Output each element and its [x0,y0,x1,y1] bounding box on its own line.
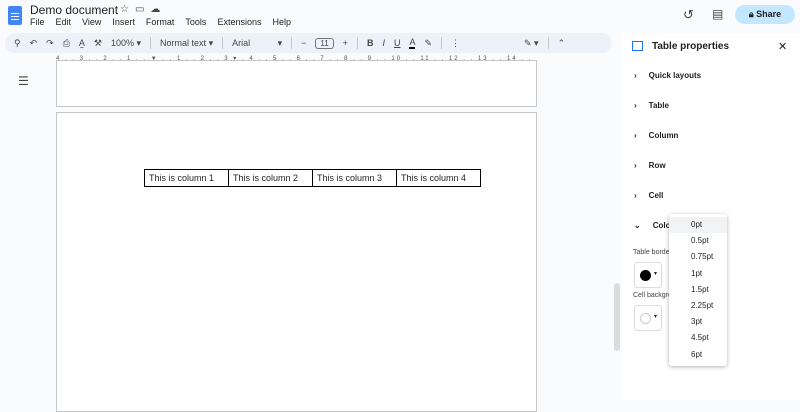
page-2[interactable]: This is column 1 This is column 2 This i… [56,112,537,412]
background-color-button[interactable]: ▾ [634,305,662,331]
folder-icon: ▭ [134,4,151,15]
option-0.5pt[interactable]: 0.5pt [669,233,727,249]
menu-extensions[interactable]: Extensions [217,17,261,27]
table-cell[interactable]: This is column 3 [312,169,397,187]
italic-icon[interactable]: I [382,38,385,48]
table-cell[interactable]: This is column 4 [396,169,481,187]
cloud-icon: ☁ [150,4,167,15]
border-color-button[interactable]: ▾ [634,262,662,288]
section-table[interactable]: › Table [634,101,669,110]
section-column[interactable]: › Column [634,131,678,140]
document-table[interactable]: This is column 1 This is column 2 This i… [144,169,481,187]
docs-logo[interactable] [8,6,22,25]
toolbar: ⚲ ↶ ↷ ⎙ A̰ ⚒ 100% ▾ Normal text ▾ Arial … [5,33,612,53]
menu-insert[interactable]: Insert [112,17,135,27]
collapse-icon[interactable]: ⌃ [558,38,566,49]
table-cell[interactable]: This is column 2 [228,169,313,187]
section-color[interactable]: ⌄ Color [634,221,674,230]
underline-icon[interactable]: U [394,38,401,48]
option-1pt[interactable]: 1pt [669,266,727,282]
spellcheck-icon[interactable]: A̰ [79,38,85,48]
chevron-right-icon: › [634,71,637,80]
increase-font-size[interactable]: + [343,38,348,48]
section-quick-layouts[interactable]: › Quick layouts [634,71,701,80]
scrollbar[interactable] [614,283,620,351]
share-button[interactable]: 🔒︎ Share [735,5,795,24]
option-2.25pt[interactable]: 2.25pt [669,298,727,314]
close-icon[interactable]: ✕ [778,40,787,53]
menu-view[interactable]: View [82,17,101,27]
text-color-icon[interactable]: A [409,37,416,49]
table-cell[interactable]: This is column 1 [144,169,229,187]
search-icon[interactable]: ⚲ [14,38,21,49]
table-icon [632,41,643,51]
paint-format-icon[interactable]: ⚒ [94,38,102,49]
chevron-right-icon: › [634,191,637,200]
page-1 [56,60,537,107]
menu-format[interactable]: Format [146,17,175,27]
zoom-select[interactable]: 100% ▾ [111,38,141,49]
outline-icon[interactable]: ☰ [18,74,29,88]
document-title[interactable]: Demo document [30,3,118,17]
title-icons[interactable]: ☆▭☁ [120,4,166,15]
bold-icon[interactable]: B [367,38,374,48]
highlight-icon[interactable]: ✎ [424,38,432,49]
menu-file[interactable]: File [30,17,45,27]
menu-edit[interactable]: Edit [56,17,72,27]
font-select[interactable]: Arial ▾ [232,38,282,49]
editing-mode-icon[interactable]: ✎ ▾ [524,38,539,49]
option-3pt[interactable]: 3pt [669,314,727,330]
option-6pt[interactable]: 6pt [669,347,727,363]
menu-tools[interactable]: Tools [185,17,206,27]
table-border-label: Table border [633,249,672,256]
chevron-right-icon: › [634,101,637,110]
print-icon[interactable]: ⎙ [63,38,70,49]
menu-help[interactable]: Help [272,17,291,27]
section-row[interactable]: › Row [634,161,666,170]
redo-icon[interactable]: ↷ [46,38,54,49]
style-select[interactable]: Normal text ▾ [160,38,213,49]
menu-bar: File Edit View Insert Format Tools Exten… [30,17,291,27]
more-icon[interactable]: ⋮ [451,38,460,49]
history-icon[interactable]: ↺ [683,7,694,23]
chevron-right-icon: › [634,161,637,170]
section-cell[interactable]: › Cell [634,191,663,200]
chevron-down-icon: ⌄ [634,221,641,230]
option-0.75pt[interactable]: 0.75pt [669,249,727,265]
option-0pt[interactable]: 0pt [669,217,727,234]
undo-icon[interactable]: ↶ [30,38,38,49]
border-width-dropdown: 0pt 0.5pt 0.75pt 1pt 1.5pt 2.25pt 3pt 4.… [669,214,727,366]
comment-icon[interactable]: ▤ [712,7,723,21]
option-4.5pt[interactable]: 4.5pt [669,330,727,346]
panel-title: Table properties [652,41,730,52]
font-size-input[interactable]: 11 [315,37,334,49]
option-1.5pt[interactable]: 1.5pt [669,282,727,298]
decrease-font-size[interactable]: − [301,38,306,48]
star-icon: ☆ [120,4,135,15]
chevron-right-icon: › [634,131,637,140]
